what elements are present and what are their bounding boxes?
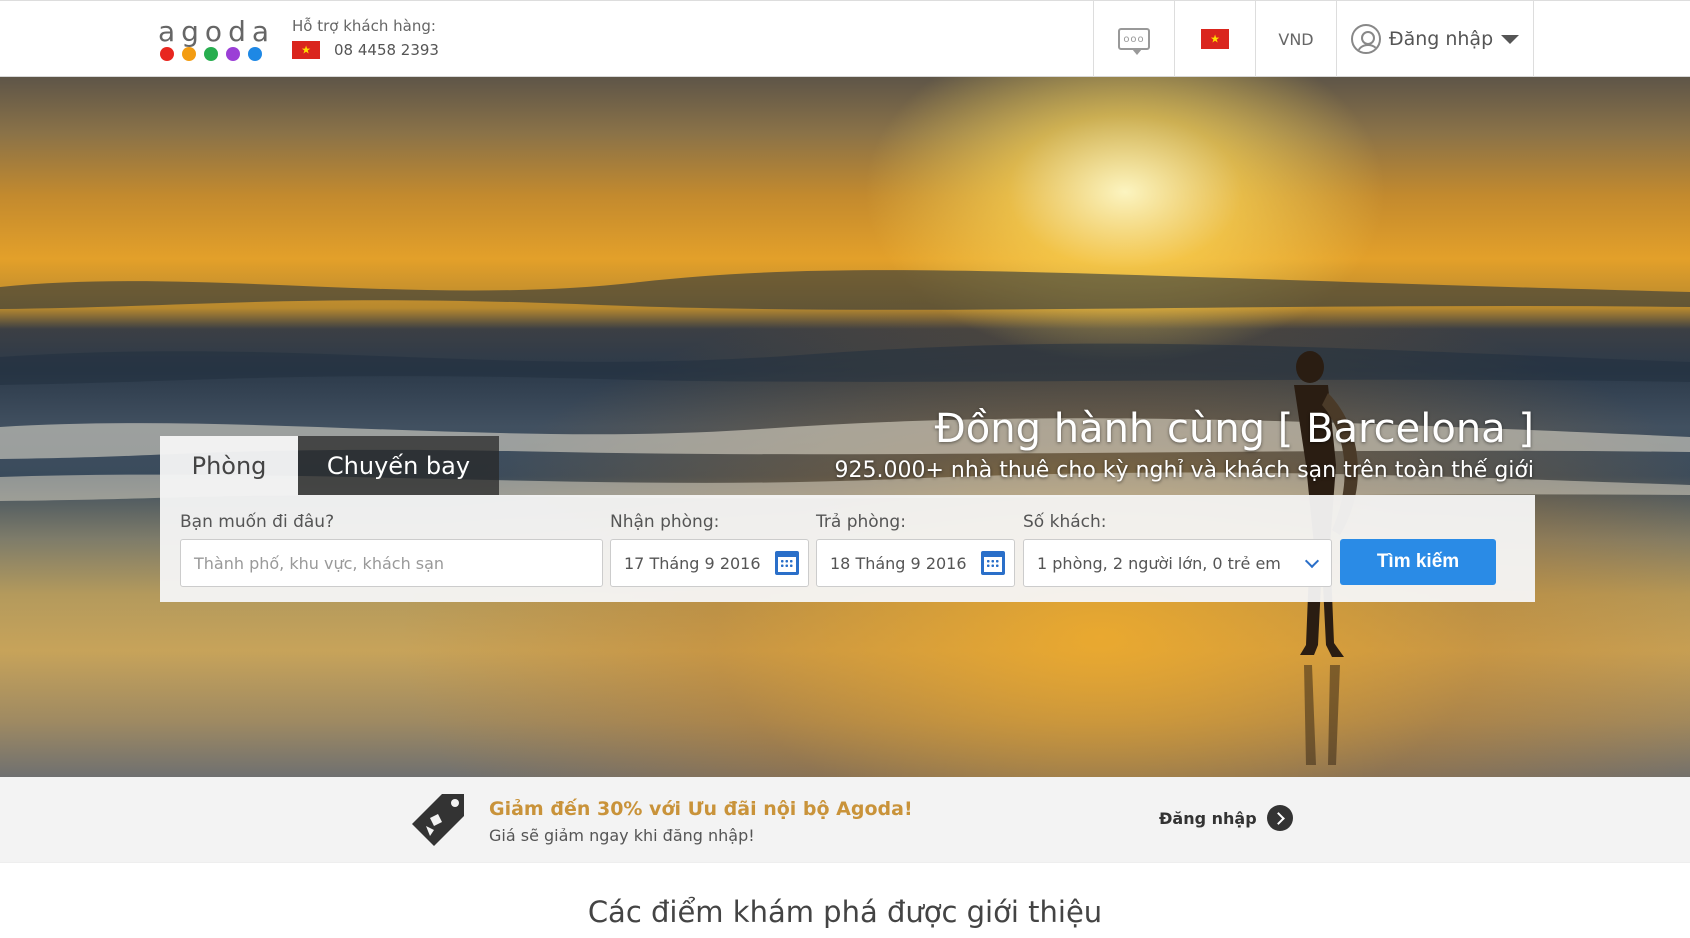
checkout-label: Trả phòng: xyxy=(816,512,906,532)
guests-value: 1 phòng, 2 người lớn, 0 trẻ em xyxy=(1037,553,1281,573)
guests-select[interactable]: 1 phòng, 2 người lớn, 0 trẻ em xyxy=(1023,539,1332,587)
search-tabs: Phòng Chuyến bay xyxy=(160,436,499,495)
login-menu[interactable]: Đăng nhập xyxy=(1336,1,1534,77)
chevron-down-icon xyxy=(1304,553,1320,569)
logo-dot-green xyxy=(204,47,218,61)
logo-dot-purple xyxy=(226,47,240,61)
promo-login-link[interactable]: Đăng nhập xyxy=(1159,805,1293,831)
arrow-right-circle-icon xyxy=(1266,805,1293,831)
calendar-icon[interactable] xyxy=(981,551,1005,575)
hero-title: Đồng hành cùng [ Barcelona ] xyxy=(934,406,1534,452)
promo-login-label: Đăng nhập xyxy=(1159,808,1257,828)
user-avatar-icon xyxy=(1350,24,1381,54)
login-label: Đăng nhập xyxy=(1388,28,1494,50)
logo-dot-orange xyxy=(182,47,196,61)
vietnam-flag-icon xyxy=(292,41,320,59)
chat-button[interactable]: ooo xyxy=(1093,1,1174,77)
caret-down-icon xyxy=(1501,34,1520,44)
agoda-logo[interactable]: agoda xyxy=(158,15,270,65)
currency-selector[interactable]: VND xyxy=(1255,1,1336,77)
search-panel: Bạn muốn đi đâu? Thành phố, khu vực, khá… xyxy=(160,495,1535,602)
logo-dot-blue xyxy=(248,47,262,61)
top-header: agoda Hỗ trợ khách hàng: 08 4458 2393 oo… xyxy=(0,0,1690,77)
checkin-date-field[interactable]: 17 Tháng 9 2016 xyxy=(610,539,809,587)
customer-support: Hỗ trợ khách hàng: 08 4458 2393 xyxy=(292,17,439,59)
featured-destinations-heading: Các điểm khám phá được giới thiệu xyxy=(587,895,1103,929)
price-tag-icon xyxy=(412,794,464,846)
search-button[interactable]: Tìm kiếm xyxy=(1340,539,1496,585)
support-phone: 08 4458 2393 xyxy=(334,41,439,59)
promo-banner: Giảm đến 30% với Ưu đãi nội bộ Agoda! Gi… xyxy=(0,777,1690,863)
calendar-icon[interactable] xyxy=(775,551,799,575)
support-label: Hỗ trợ khách hàng: xyxy=(292,17,436,35)
checkin-value: 17 Tháng 9 2016 xyxy=(624,553,761,573)
vietnam-flag-icon xyxy=(1201,29,1229,49)
tab-rooms[interactable]: Phòng xyxy=(160,436,298,495)
language-selector[interactable] xyxy=(1174,1,1255,77)
promo-subtitle: Giá sẽ giảm ngay khi đăng nhập! xyxy=(489,826,755,845)
destination-input[interactable]: Thành phố, khu vực, khách sạn xyxy=(180,539,603,587)
destination-placeholder: Thành phố, khu vực, khách sạn xyxy=(194,553,445,573)
currency-label: VND xyxy=(1278,29,1314,49)
checkout-value: 18 Tháng 9 2016 xyxy=(830,553,967,573)
logo-dot-red xyxy=(160,47,174,61)
destination-label: Bạn muốn đi đâu? xyxy=(180,512,335,532)
chat-bubble-icon: ooo xyxy=(1118,28,1150,55)
checkin-label: Nhận phòng: xyxy=(610,512,720,532)
hero-banner: Đồng hành cùng [ Barcelona ] 925.000+ nh… xyxy=(0,77,1690,777)
logo-wordmark: agoda xyxy=(158,15,275,48)
checkout-date-field[interactable]: 18 Tháng 9 2016 xyxy=(816,539,1015,587)
hero-subtitle: 925.000+ nhà thuê cho kỳ nghỉ và khách s… xyxy=(834,458,1535,483)
tab-flights[interactable]: Chuyến bay xyxy=(298,436,499,495)
logo-dots xyxy=(160,47,262,61)
promo-title: Giảm đến 30% với Ưu đãi nội bộ Agoda! xyxy=(489,798,913,820)
guests-label: Số khách: xyxy=(1023,512,1107,532)
